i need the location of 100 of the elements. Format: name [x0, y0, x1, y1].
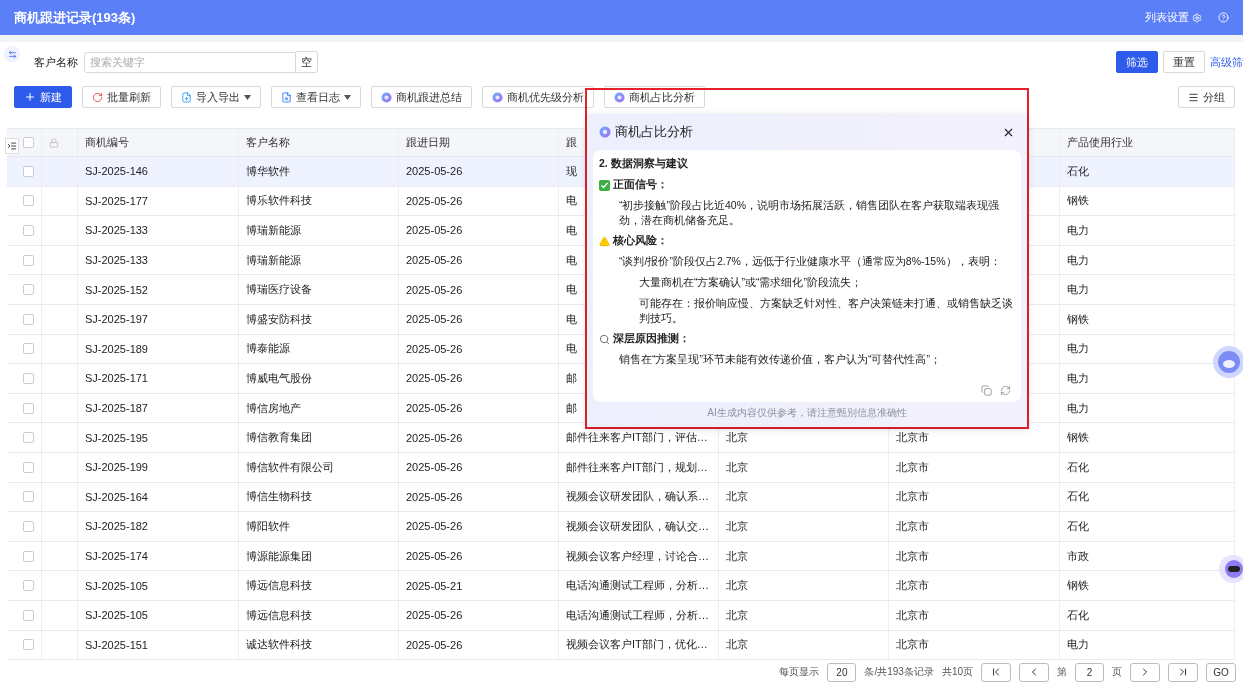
column-header: 产品使用行业: [1067, 135, 1133, 150]
section-title: 核心风险：: [613, 234, 668, 248]
column-header: 跟进日期: [406, 135, 450, 150]
table-cell: SJ-2025-151: [85, 638, 148, 651]
record-count: 条/共193条记录: [864, 665, 934, 679]
paragraph: 可能存在：报价响应慢、方案缺乏针对性、客户决策链未打通、或销售缺乏谈判技巧。: [639, 296, 1014, 326]
table-cell: 博信房地产: [246, 400, 301, 416]
table-cell: 视频会议客户IT部门，优化…: [566, 637, 708, 653]
table-cell: 2025-05-26: [406, 638, 463, 651]
table-cell: 北京市: [896, 578, 929, 594]
table-cell: SJ-2025-105: [85, 579, 148, 592]
table-cell: 北京市: [896, 489, 929, 505]
table-cell: 电力: [1067, 637, 1089, 653]
table-cell: 电力: [1067, 370, 1089, 386]
table-cell: 石化: [1067, 518, 1089, 534]
table-cell: 博信软件有限公司: [246, 459, 334, 475]
section-heading: 2. 数据洞察与建议: [599, 157, 689, 171]
table-cell: 博乐软件科技: [246, 193, 312, 209]
section-title: 深层原因推测：: [613, 332, 690, 346]
page-title: 商机跟进记录(193条): [14, 8, 137, 27]
table-cell: SJ-2025-182: [85, 520, 148, 533]
table-cell: SJ-2025-174: [85, 550, 148, 562]
table-cell: 2025-05-26: [406, 490, 463, 503]
table-cell: 电话沟通测试工程师，分析…: [566, 578, 709, 594]
table-cell: 北京: [726, 607, 748, 623]
table-cell: 2025-05-26: [406, 165, 463, 178]
table-cell: 北京: [726, 459, 748, 475]
page-label: 页: [1112, 665, 1122, 679]
table-cell: 2025-05-26: [406, 372, 463, 385]
table-cell: 2025-05-21: [406, 579, 463, 592]
table-cell: 诚达软件科技: [246, 637, 312, 653]
table-cell: SJ-2025-146: [85, 165, 148, 178]
table-cell: 邮件往来客户IT部门，评估…: [566, 430, 708, 446]
table-cell: 视频会议研发团队，确认交…: [566, 518, 709, 534]
table-cell: 石化: [1067, 459, 1089, 475]
filter-label: 客户名称: [34, 54, 78, 70]
table-cell: 石化: [1067, 607, 1089, 623]
table-cell: 视频会议客户经理，讨论合…: [566, 548, 709, 564]
table-cell: 电力: [1067, 252, 1089, 268]
table-cell: 2025-05-26: [406, 609, 463, 622]
table-cell: 博华软件: [246, 163, 290, 179]
table-cell: SJ-2025-177: [85, 194, 148, 207]
table-cell: SJ-2025-189: [85, 342, 148, 355]
table-cell: 博远信息科技: [246, 607, 312, 623]
table-cell: 视频会议研发团队，确认系…: [566, 489, 709, 505]
table-cell: 北京: [726, 489, 748, 505]
column-header: 跟: [566, 135, 577, 150]
table-cell: 电力: [1067, 223, 1089, 238]
table-cell: 博瑞医疗设备: [246, 282, 312, 298]
table-cell: 钢铁: [1067, 311, 1089, 327]
paragraph: “谈判/报价”阶段仅占2.7%，远低于行业健康水平（通常应为8%-15%），表明：: [619, 254, 1002, 269]
table-cell: 北京市: [896, 637, 929, 653]
table-cell: 2025-05-26: [406, 402, 463, 415]
table-cell: SJ-2025-197: [85, 313, 148, 326]
table-cell: 市政: [1067, 548, 1089, 564]
table-cell: SJ-2025-199: [85, 461, 148, 474]
page-size-label: 每页显示: [779, 665, 820, 679]
table-cell: 石化: [1067, 489, 1089, 505]
table-cell: SJ-2025-152: [85, 283, 148, 296]
table-cell: SJ-2025-133: [85, 254, 148, 267]
table-cell: 博信生物科技: [246, 489, 312, 505]
table-cell: 博阳软件: [246, 518, 290, 534]
table-cell: 北京市: [896, 607, 929, 623]
table-cell: 电力: [1067, 282, 1089, 298]
page-count: 共10页: [941, 665, 973, 679]
paragraph: 大量商机在“方案确认”或“需求细化”阶段流失；: [639, 275, 863, 290]
table-cell: 石化: [1067, 163, 1089, 179]
table-cell: 邮: [566, 370, 577, 386]
table-cell: 博瑞新能源: [246, 223, 301, 238]
table-cell: 北京: [726, 548, 748, 564]
table-cell: SJ-2025-195: [85, 431, 148, 444]
table-cell: SJ-2025-133: [85, 224, 148, 237]
table-cell: 邮件往来客户IT部门，规划…: [566, 459, 708, 475]
table-cell: 博泰能源: [246, 341, 290, 357]
table-cell: 博盛安防科技: [246, 311, 312, 327]
table-cell: 北京市: [896, 459, 929, 475]
table-cell: 博威电气股份: [246, 370, 312, 386]
table-cell: SJ-2025-187: [85, 402, 148, 415]
table-cell: 钢铁: [1067, 193, 1089, 209]
table-cell: 博远信息科技: [246, 578, 312, 594]
panel-title: 商机占比分析: [615, 123, 694, 141]
table-cell: 电: [566, 252, 577, 268]
table-cell: 钢铁: [1067, 430, 1089, 446]
table-cell: 北京: [726, 430, 748, 446]
column-header: 客户名称: [246, 135, 290, 150]
table-cell: 2025-05-26: [406, 550, 463, 562]
table-cell: 2025-05-26: [406, 254, 463, 267]
table-cell: 博信教育集团: [246, 430, 312, 446]
table-cell: 北京市: [896, 548, 929, 564]
table-cell: SJ-2025-171: [85, 372, 148, 385]
table-cell: 2025-05-26: [406, 461, 463, 474]
table-cell: 2025-05-26: [406, 313, 463, 326]
table-cell: 电: [566, 282, 577, 298]
table-cell: 电力: [1067, 341, 1089, 357]
table-cell: 北京: [726, 518, 748, 534]
table-cell: 现: [566, 163, 577, 179]
table-cell: 2025-05-26: [406, 283, 463, 296]
table-cell: 电: [566, 193, 577, 209]
table-cell: 钢铁: [1067, 578, 1089, 594]
table-cell: 电: [566, 341, 577, 357]
